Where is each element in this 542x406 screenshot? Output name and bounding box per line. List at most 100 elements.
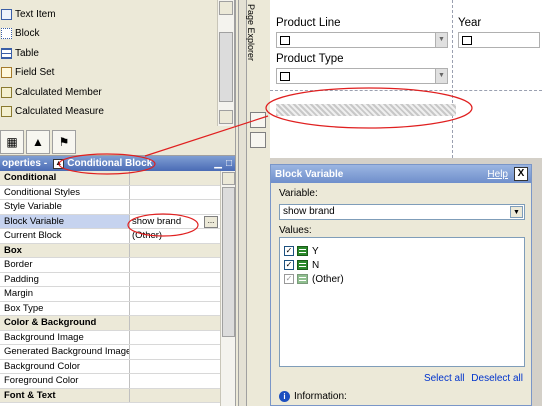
dialog-title: Block Variable [275,168,344,180]
report-canvas: Product Line Year ▼ Product Type ▼ [270,0,542,158]
toolbox-item-text-item[interactable]: Text Item [0,5,56,23]
checkbox-icon [280,72,290,81]
property-value [130,171,220,185]
property-value[interactable] [130,331,220,345]
property-row[interactable]: Conditional Styles [0,185,220,200]
toolbox-item-label: Table [15,47,39,59]
property-value[interactable]: show brand... [130,215,220,229]
property-row[interactable]: Padding [0,272,220,287]
property-row[interactable]: Foreground Color [0,374,220,389]
product-line-prompt[interactable]: ▼ [276,32,448,48]
toolbox-item-label: Field Set [15,66,55,78]
scroll-up-arrow-icon[interactable] [222,172,235,185]
cell-divider [452,0,453,158]
property-row[interactable]: Background Color [0,359,220,374]
property-row[interactable]: Generated Background Image [0,345,220,360]
property-value[interactable] [130,273,220,287]
close-button[interactable]: X [514,167,528,181]
property-value[interactable] [130,200,220,214]
value-item[interactable]: ✓ (Other) [284,272,344,286]
checkbox-icon[interactable]: ✓ [284,260,294,270]
checkbox-icon [462,36,472,45]
scroll-up-arrow-icon[interactable] [219,1,233,15]
help-link[interactable]: Help [487,169,508,180]
property-name: Block Variable [0,214,130,228]
property-name: Generated Background Image [0,345,130,359]
pane-tab-strip: ▦ ▲ ⚑ [0,126,235,156]
property-row[interactable]: Box Type [0,301,220,316]
toolbox-icon[interactable]: ⚑ [52,130,76,154]
property-value[interactable] [130,345,220,359]
insertable-objects-icon[interactable]: ▦ [0,130,24,154]
table-icon [1,47,12,59]
toolbox-item-table[interactable]: Table [0,44,39,62]
property-value[interactable] [130,186,220,200]
property-value[interactable] [130,287,220,301]
property-section-row[interactable]: Box [0,243,220,258]
page-explorer-tab[interactable]: Page Explorer [246,4,256,61]
block-variable-toggle-icon[interactable] [250,112,266,128]
property-row[interactable]: Background Image [0,330,220,345]
property-name: Background Image [0,330,130,344]
year-label: Year [458,17,482,29]
checkbox-icon [280,36,290,45]
property-section-row[interactable]: Color & Background [0,316,220,331]
property-row[interactable]: Block Variable show brand... [0,214,220,229]
property-value[interactable] [130,374,220,388]
variable-select[interactable]: show brand ▼ [279,204,525,220]
checkbox-icon[interactable]: ✓ [284,246,294,256]
property-value[interactable] [130,258,220,272]
explorer-tool-icon[interactable] [250,132,266,148]
property-value-text: show brand [132,215,182,227]
ellipsis-button[interactable]: ... [204,215,218,228]
property-section-row[interactable]: Font & Text [0,388,220,403]
toolbox-item-calculated-measure[interactable]: Calculated Measure [0,102,104,120]
block-icon [1,27,12,39]
variable-select-value: show brand [283,206,335,217]
toolbox-item-field-set[interactable]: Field Set [0,63,54,81]
value-item[interactable]: ✓ Y [284,244,319,258]
select-all-link[interactable]: Select all [424,373,465,384]
toolbox-item-block[interactable]: Block [0,24,39,42]
property-section-row[interactable]: Conditional [0,171,220,186]
property-row[interactable]: Border [0,258,220,273]
properties-scrollbar[interactable] [220,171,235,406]
scroll-down-arrow-icon[interactable] [219,110,233,124]
field-set-icon [1,66,12,78]
information-row: i Information: [279,391,347,402]
value-item[interactable]: ✓ N [284,258,319,272]
property-row[interactable]: Current Block (Other) [0,229,220,244]
conditional-block-placeholder[interactable] [276,104,456,116]
list-value-icon [297,246,308,256]
block-variable-dialog: Block Variable Help X Variable: show bra… [270,164,532,406]
property-row[interactable]: Style Variable [0,200,220,215]
toolbox-scrollbar[interactable] [217,0,234,126]
checkbox-icon[interactable]: ✓ [284,274,294,284]
property-value[interactable] [130,302,220,316]
property-value[interactable]: (Other) [130,229,220,243]
property-value[interactable] [130,360,220,374]
calculated-measure-icon [1,105,12,117]
property-value [130,389,220,403]
maximize-icon[interactable]: □ [226,158,232,169]
select-ancestor-icon[interactable]: ▲ [53,158,65,169]
minimize-icon[interactable]: ▁ [214,158,222,169]
info-icon: i [279,391,290,402]
property-name: Style Variable [0,200,130,214]
row-divider [270,90,542,91]
property-row[interactable]: Margin [0,287,220,302]
deselect-all-link[interactable]: Deselect all [471,373,523,384]
toolbox-item-calculated-member[interactable]: Calculated Member [0,83,102,101]
data-items-icon[interactable]: ▲ [26,130,50,154]
scroll-thumb[interactable] [219,32,233,102]
property-value [130,244,220,258]
scroll-thumb[interactable] [222,187,235,337]
product-type-prompt[interactable]: ▼ [276,68,448,84]
property-name: Margin [0,287,130,301]
property-name: Color & Background [0,316,130,330]
dropdown-arrow-icon[interactable]: ▼ [510,206,523,218]
year-prompt[interactable] [458,32,540,48]
dialog-title-bar: Block Variable Help X [271,165,531,183]
text-item-icon [1,8,12,20]
property-name: Font & Text [0,388,130,402]
